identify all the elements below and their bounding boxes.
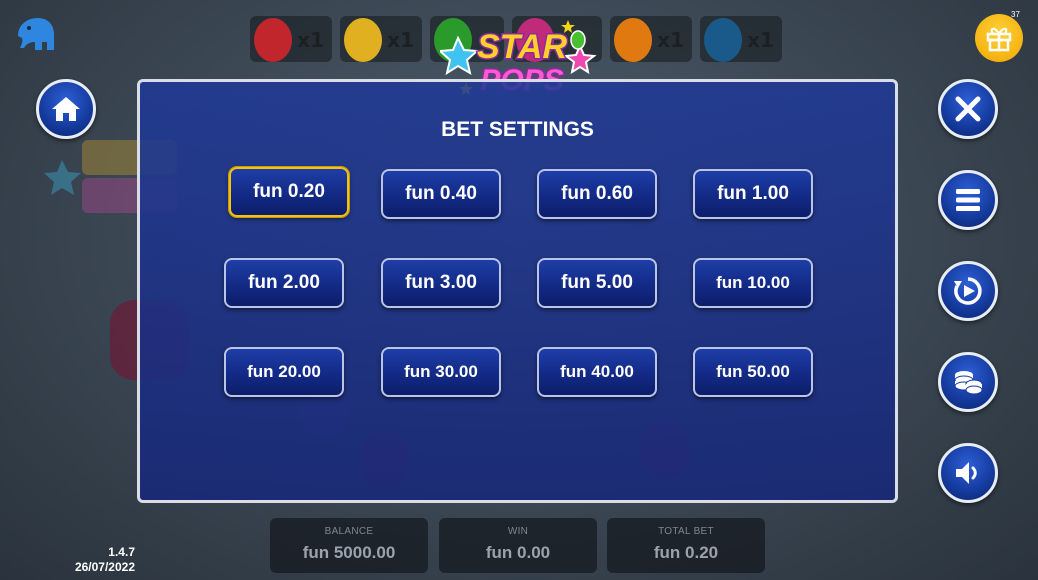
sound-button[interactable] bbox=[938, 443, 998, 503]
bet-option-button[interactable]: fun 50.00 bbox=[693, 347, 813, 397]
menu-button[interactable] bbox=[938, 170, 998, 230]
total-bet-box: TOTAL BET fun 0.20 bbox=[607, 518, 765, 573]
balance-value: fun 5000.00 bbox=[302, 543, 396, 562]
balance-label: BALANCE bbox=[324, 526, 374, 537]
win-value: fun 0.00 bbox=[485, 543, 551, 562]
bet-option-button[interactable]: fun 30.00 bbox=[381, 347, 501, 397]
bet-option-button[interactable]: fun 0.40 bbox=[381, 169, 501, 219]
bet-option-button[interactable]: fun 40.00 bbox=[537, 347, 657, 397]
bet-settings-panel: BET SETTINGS fun 0.20 fun 0.40 fun 0.60 … bbox=[137, 79, 898, 503]
autoplay-icon bbox=[954, 277, 982, 305]
close-button[interactable] bbox=[938, 79, 998, 139]
panel-title: BET SETTINGS bbox=[441, 118, 594, 141]
elephant-logo-icon bbox=[14, 16, 56, 52]
close-icon bbox=[955, 96, 981, 122]
bet-button[interactable] bbox=[938, 352, 998, 412]
total-bet-label: TOTAL BET bbox=[658, 526, 714, 537]
version-number: 1.4.7 bbox=[108, 545, 135, 559]
bet-option-button[interactable]: fun 0.60 bbox=[537, 169, 657, 219]
multiplier-slot: x1 bbox=[340, 16, 422, 62]
bet-option-button[interactable]: fun 3.00 bbox=[381, 258, 501, 308]
win-label: WIN bbox=[507, 526, 529, 537]
bet-option-button[interactable]: fun 2.00 bbox=[224, 258, 344, 308]
sound-icon bbox=[956, 462, 977, 484]
multiplier-slot: x1 bbox=[700, 16, 782, 62]
version-info: 1.4.7 26/07/2022 bbox=[62, 545, 135, 575]
home-button[interactable] bbox=[36, 79, 96, 139]
multiplier-slot: x1 bbox=[610, 16, 692, 62]
logo-text-star: STAR bbox=[477, 28, 567, 66]
coins-icon bbox=[954, 371, 983, 395]
build-date: 26/07/2022 bbox=[74, 560, 135, 574]
balance-box: BALANCE fun 5000.00 bbox=[270, 518, 428, 573]
menu-icon bbox=[956, 189, 980, 211]
total-bet-value: fun 0.20 bbox=[653, 543, 719, 562]
gift-button[interactable] bbox=[975, 14, 1023, 62]
multiplier-slot: x1 bbox=[250, 16, 332, 62]
bet-option-button[interactable]: fun 5.00 bbox=[537, 258, 657, 308]
home-icon bbox=[52, 97, 80, 121]
bet-option-button[interactable]: fun 20.00 bbox=[224, 347, 344, 397]
autoplay-button[interactable] bbox=[938, 261, 998, 321]
gift-count: 37 bbox=[1011, 10, 1020, 19]
win-box: WIN fun 0.00 bbox=[439, 518, 597, 573]
gift-icon bbox=[986, 27, 1012, 52]
bet-option-button[interactable]: fun 0.20 bbox=[229, 167, 349, 217]
bet-option-button[interactable]: fun 10.00 bbox=[693, 258, 813, 308]
bet-option-button[interactable]: fun 1.00 bbox=[693, 169, 813, 219]
